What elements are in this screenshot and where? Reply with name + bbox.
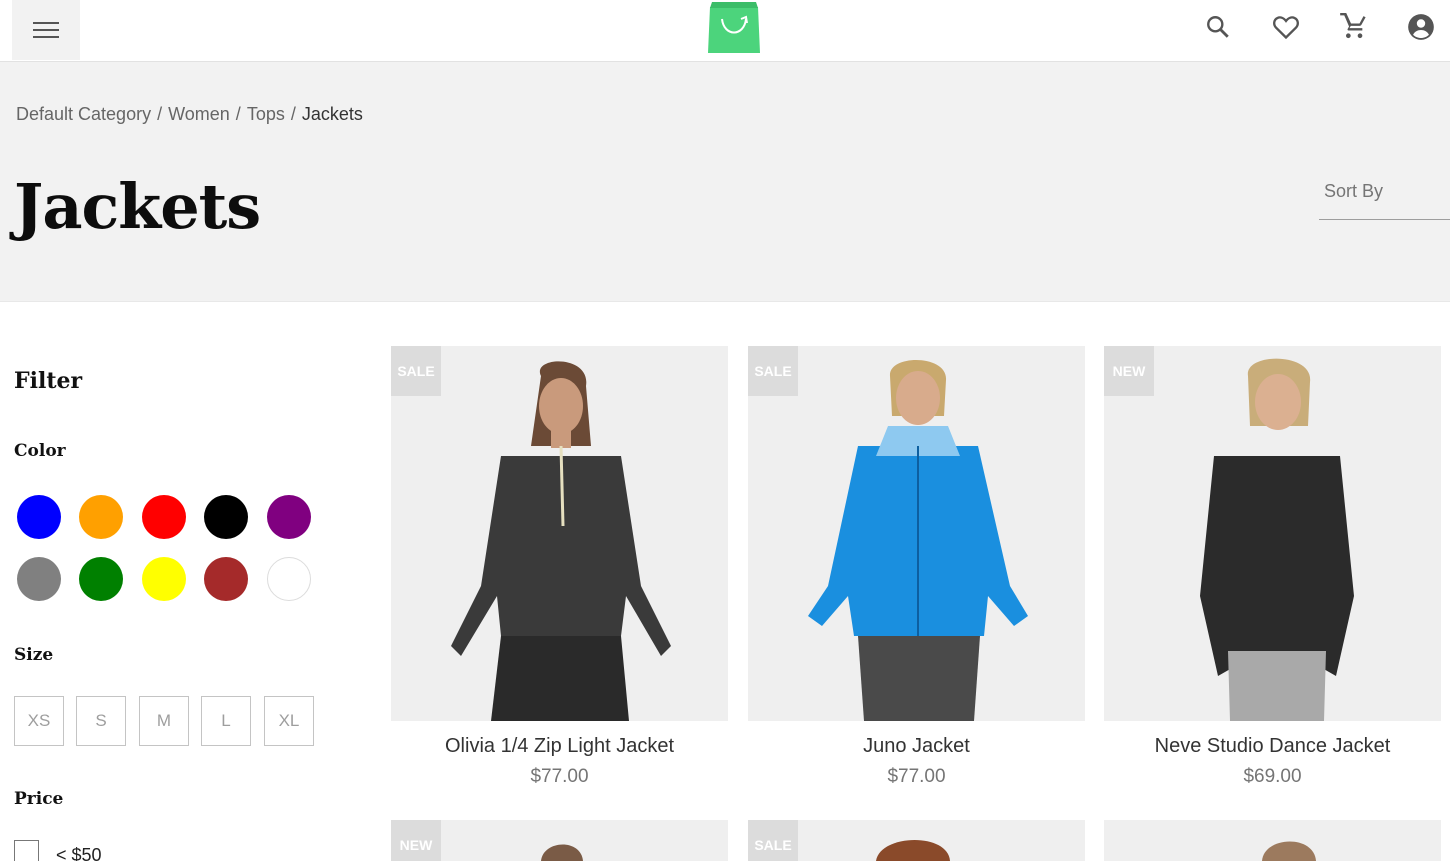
color-swatch-gray[interactable] xyxy=(17,557,61,601)
product-badge: NEW xyxy=(391,820,441,861)
color-swatch-orange[interactable] xyxy=(79,495,123,539)
hamburger-menu-icon xyxy=(33,22,59,38)
product-image[interactable]: SALE xyxy=(748,346,1085,721)
search-button[interactable] xyxy=(1202,11,1234,43)
color-swatch-purple[interactable] xyxy=(267,495,311,539)
product-photo-partial xyxy=(1262,841,1316,861)
color-swatch-yellow[interactable] xyxy=(142,557,186,601)
page-title: Jackets xyxy=(14,170,261,243)
product-image[interactable]: NEW xyxy=(391,820,728,861)
color-swatch-green[interactable] xyxy=(79,557,123,601)
breadcrumb-link-default-category[interactable]: Default Category xyxy=(16,104,151,124)
size-option-m[interactable]: M xyxy=(139,696,189,746)
cart-icon xyxy=(1340,13,1366,39)
product-price: $77.00 xyxy=(530,766,589,787)
price-option-label: < $50 xyxy=(56,845,102,861)
account-button[interactable] xyxy=(1405,11,1437,43)
color-swatch-black[interactable] xyxy=(204,495,248,539)
product-price: $77.00 xyxy=(887,766,946,787)
breadcrumb-separator: / xyxy=(290,104,296,124)
price-checkbox-under-50[interactable] xyxy=(14,840,39,861)
product-photo-partial xyxy=(541,844,583,861)
breadcrumb: Default Category / Women / Tops / Jackets xyxy=(16,104,363,125)
sort-by-label: Sort By xyxy=(1324,181,1384,201)
product-image[interactable] xyxy=(1104,820,1441,861)
color-swatch-white[interactable] xyxy=(267,557,311,601)
store-logo[interactable] xyxy=(706,1,762,55)
color-filter-title: Color xyxy=(14,441,66,461)
heart-icon xyxy=(1273,16,1299,40)
size-option-l[interactable]: L xyxy=(201,696,251,746)
color-swatch-red[interactable] xyxy=(142,495,186,539)
color-swatch-brown[interactable] xyxy=(204,557,248,601)
product-photo-juno-jacket xyxy=(808,359,1028,721)
product-badge: SALE xyxy=(391,346,441,396)
product-name[interactable]: Olivia 1/4 Zip Light Jacket xyxy=(391,735,728,758)
top-app-bar xyxy=(0,0,1450,62)
wishlist-button[interactable] xyxy=(1270,11,1302,43)
product-badge: SALE xyxy=(748,346,798,396)
size-option-xl[interactable]: XL xyxy=(264,696,314,746)
menu-button[interactable] xyxy=(12,0,80,60)
breadcrumb-link-tops[interactable]: Tops xyxy=(247,104,285,124)
filter-title: Filter xyxy=(14,368,83,394)
breadcrumb-separator: / xyxy=(157,104,163,124)
cart-button[interactable] xyxy=(1337,11,1369,43)
product-photo-olivia-jacket xyxy=(451,361,671,721)
product-badge: NEW xyxy=(1104,346,1154,396)
search-icon xyxy=(1207,16,1229,38)
account-icon xyxy=(1408,14,1434,40)
product-photo-neve-jacket xyxy=(1200,358,1354,721)
shopping-bag-logo xyxy=(708,2,760,53)
product-badge: SALE xyxy=(748,820,798,861)
product-image[interactable]: SALE xyxy=(748,820,1085,861)
price-filter-title: Price xyxy=(14,789,64,809)
breadcrumb-link-women[interactable]: Women xyxy=(168,104,230,124)
product-name[interactable]: Juno Jacket xyxy=(748,735,1085,758)
category-header: Default Category / Women / Tops / Jackets Jack… xyxy=(0,62,1450,302)
breadcrumb-separator: / xyxy=(235,104,241,124)
sort-by-select[interactable]: Sort By xyxy=(1319,174,1450,220)
product-image[interactable]: NEW xyxy=(1104,346,1441,721)
color-swatch-blue[interactable] xyxy=(17,495,61,539)
product-price: $69.00 xyxy=(1243,766,1302,787)
size-option-s[interactable]: S xyxy=(76,696,126,746)
size-option-xs[interactable]: XS xyxy=(14,696,64,746)
product-photo-partial xyxy=(876,839,950,861)
size-filter-title: Size xyxy=(14,645,54,665)
product-name[interactable]: Neve Studio Dance Jacket xyxy=(1104,735,1441,758)
product-image[interactable]: SALE xyxy=(391,346,728,721)
breadcrumb-current: Jackets xyxy=(301,104,363,124)
